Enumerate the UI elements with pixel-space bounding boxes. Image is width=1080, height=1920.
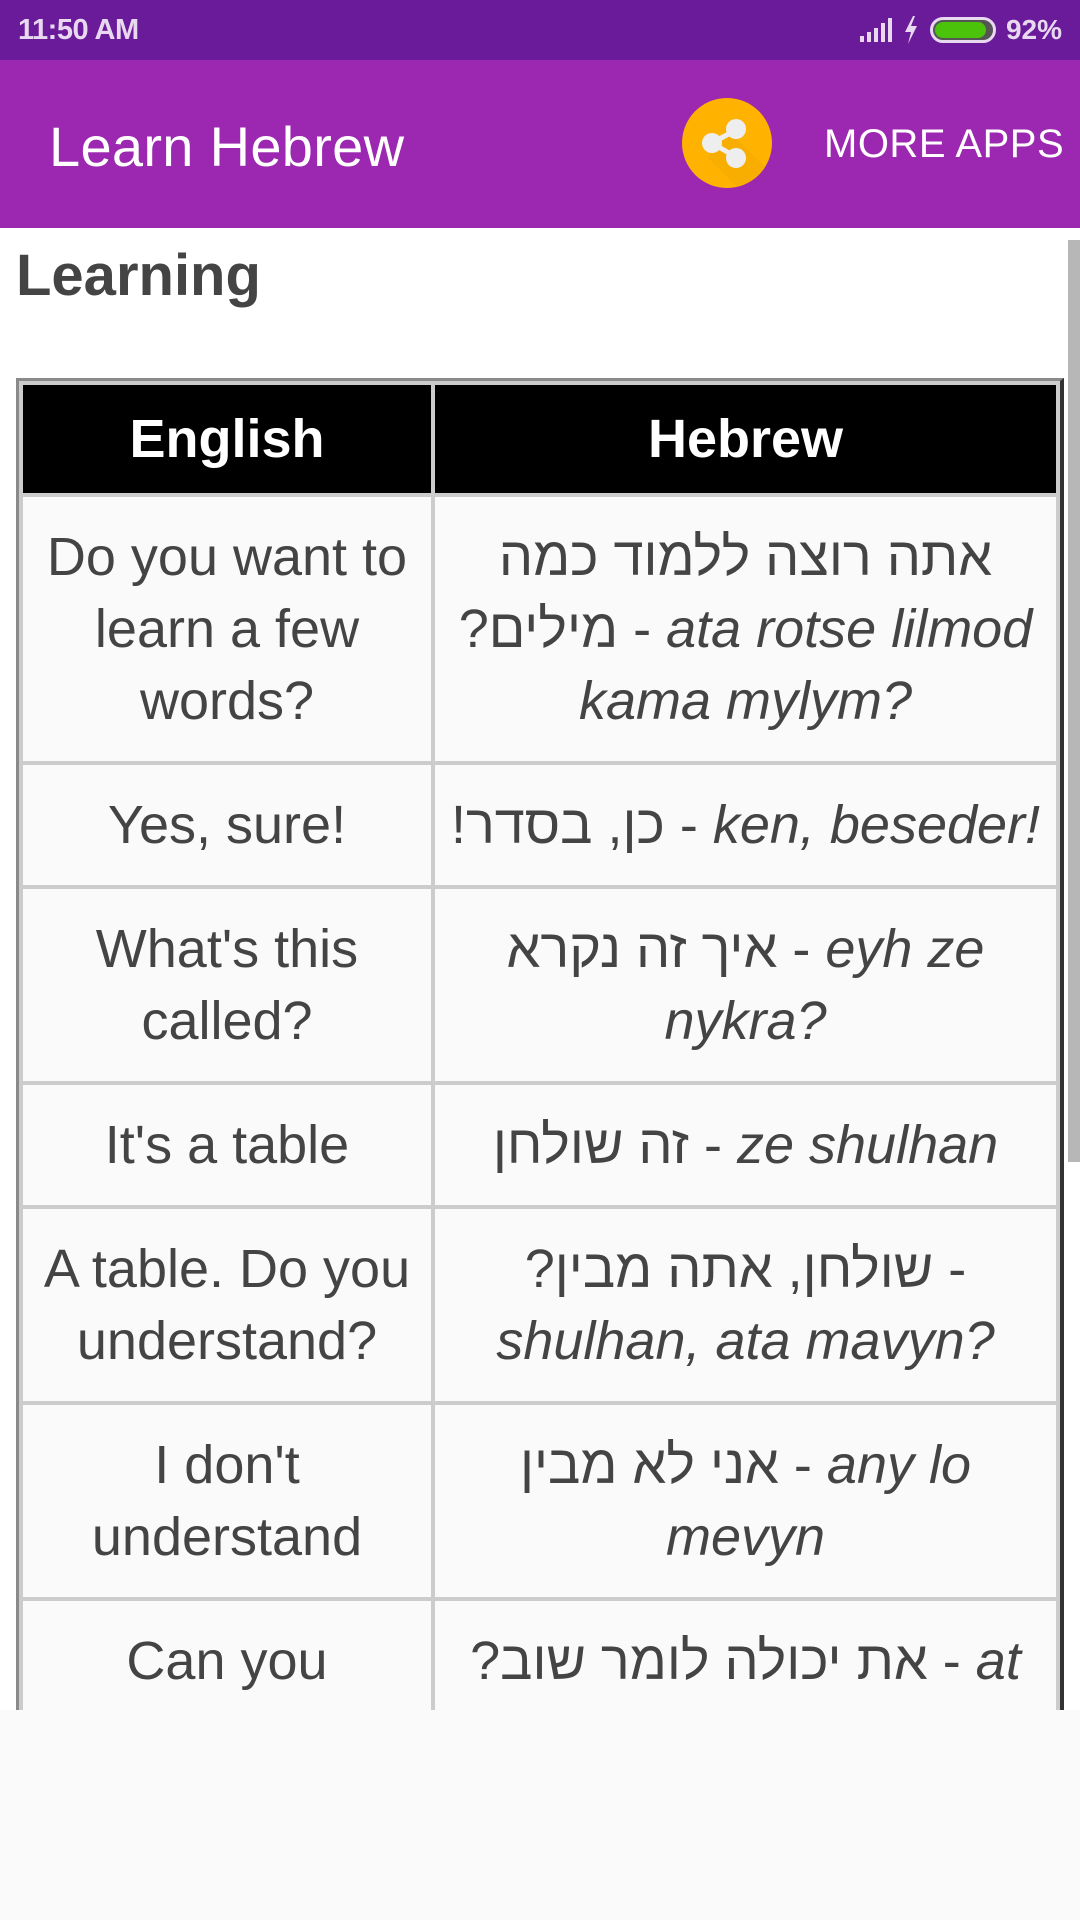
separator-dash: - xyxy=(688,1115,737,1175)
table-row: What's this called? איך זה נקרא - eyh ze … xyxy=(23,889,1056,1081)
share-icon xyxy=(702,119,772,188)
battery-icon xyxy=(929,17,996,43)
header-hebrew: Hebrew xyxy=(435,385,1056,493)
table-row: Can you repeat?את יכולה לומר שוב? - at y… xyxy=(23,1601,1056,1710)
english-cell: I don't understand xyxy=(23,1405,431,1597)
separator-dash: - xyxy=(927,1631,976,1691)
phrase-table: English Hebrew Do you want to learn a fe… xyxy=(16,378,1064,1710)
table-row: Do you want to learn a few words? אתה רוצ… xyxy=(23,497,1056,761)
battery-percent: 92% xyxy=(1005,14,1062,45)
signal-icon xyxy=(859,18,892,42)
english-cell: Do you want to learn a few words? xyxy=(23,497,431,761)
english-cell: What's this called? xyxy=(23,889,431,1081)
separator-dash: - xyxy=(618,599,667,659)
status-bar: 11:50 AM 92% xyxy=(0,0,1080,60)
app-bar: Learn Hebrew MORE APPS xyxy=(0,60,1080,228)
table-row: A table. Do you understand? שולחן, אתה מב… xyxy=(23,1209,1056,1401)
table-header-row: English Hebrew xyxy=(23,385,1056,493)
transliteration-text: shulhan, ata mavyn? xyxy=(496,1311,995,1371)
hebrew-text: איך זה נקרא xyxy=(506,919,778,979)
scrollbar[interactable] xyxy=(1068,240,1080,1162)
hebrew-cell: כן, בסדר! - ken, beseder! xyxy=(435,765,1056,885)
separator-dash: - xyxy=(933,1239,967,1299)
table-row: Yes, sure! כן, בסדר! - ken, beseder! xyxy=(23,765,1056,885)
hebrew-cell: אני לא מבין - any lo mevyn xyxy=(435,1405,1056,1597)
english-cell: A table. Do you understand? xyxy=(23,1209,431,1401)
header-english: English xyxy=(23,385,431,493)
page-heading: Learning xyxy=(16,243,261,308)
hebrew-cell: אתה רוצה ללמוד כמה מילים? - ata rotse li… xyxy=(435,497,1056,761)
english-cell: Yes, sure! xyxy=(23,765,431,885)
hebrew-cell: את יכולה לומר שוב? - at yakhola lomar sh… xyxy=(435,1601,1056,1710)
app-title: Learn Hebrew xyxy=(49,115,405,178)
status-time: 11:50 AM xyxy=(18,13,139,46)
transliteration-text: ze shulhan xyxy=(736,1115,999,1175)
hebrew-cell: זה שולחן - ze shulhan xyxy=(435,1085,1056,1205)
share-button[interactable] xyxy=(682,98,772,188)
separator-dash: - xyxy=(664,795,713,855)
hebrew-text: זה שולחן xyxy=(492,1115,689,1175)
separator-dash: - xyxy=(778,1435,827,1495)
content-area[interactable]: Learning English Hebrew Do you want to l… xyxy=(0,228,1080,1710)
transliteration-text: ken, beseder! xyxy=(712,795,1041,855)
more-apps-button[interactable]: MORE APPS xyxy=(824,122,1064,167)
hebrew-cell: איך זה נקרא - eyh ze nykra? xyxy=(435,889,1056,1081)
english-cell: It's a table xyxy=(23,1085,431,1205)
status-icons: 92% xyxy=(859,14,1062,46)
separator-dash: - xyxy=(777,919,826,979)
english-cell: Can you repeat? xyxy=(23,1601,431,1710)
charging-icon xyxy=(904,16,917,44)
hebrew-text: את יכולה לומר שוב? xyxy=(470,1631,928,1691)
hebrew-cell: שולחן, אתה מבין? - shulhan, ata mavyn? xyxy=(435,1209,1056,1401)
hebrew-text: אני לא מבין xyxy=(519,1435,779,1495)
battery-level-fill xyxy=(934,22,987,38)
table-row: I don't understand אני לא מבין - any lo m… xyxy=(23,1405,1056,1597)
table-row: It's a table זה שולחן - ze shulhan xyxy=(23,1085,1056,1205)
hebrew-text: כן, בסדר! xyxy=(450,795,665,855)
bottom-blank-area xyxy=(0,1710,1080,1920)
hebrew-text: שולחן, אתה מבין? xyxy=(524,1239,934,1299)
